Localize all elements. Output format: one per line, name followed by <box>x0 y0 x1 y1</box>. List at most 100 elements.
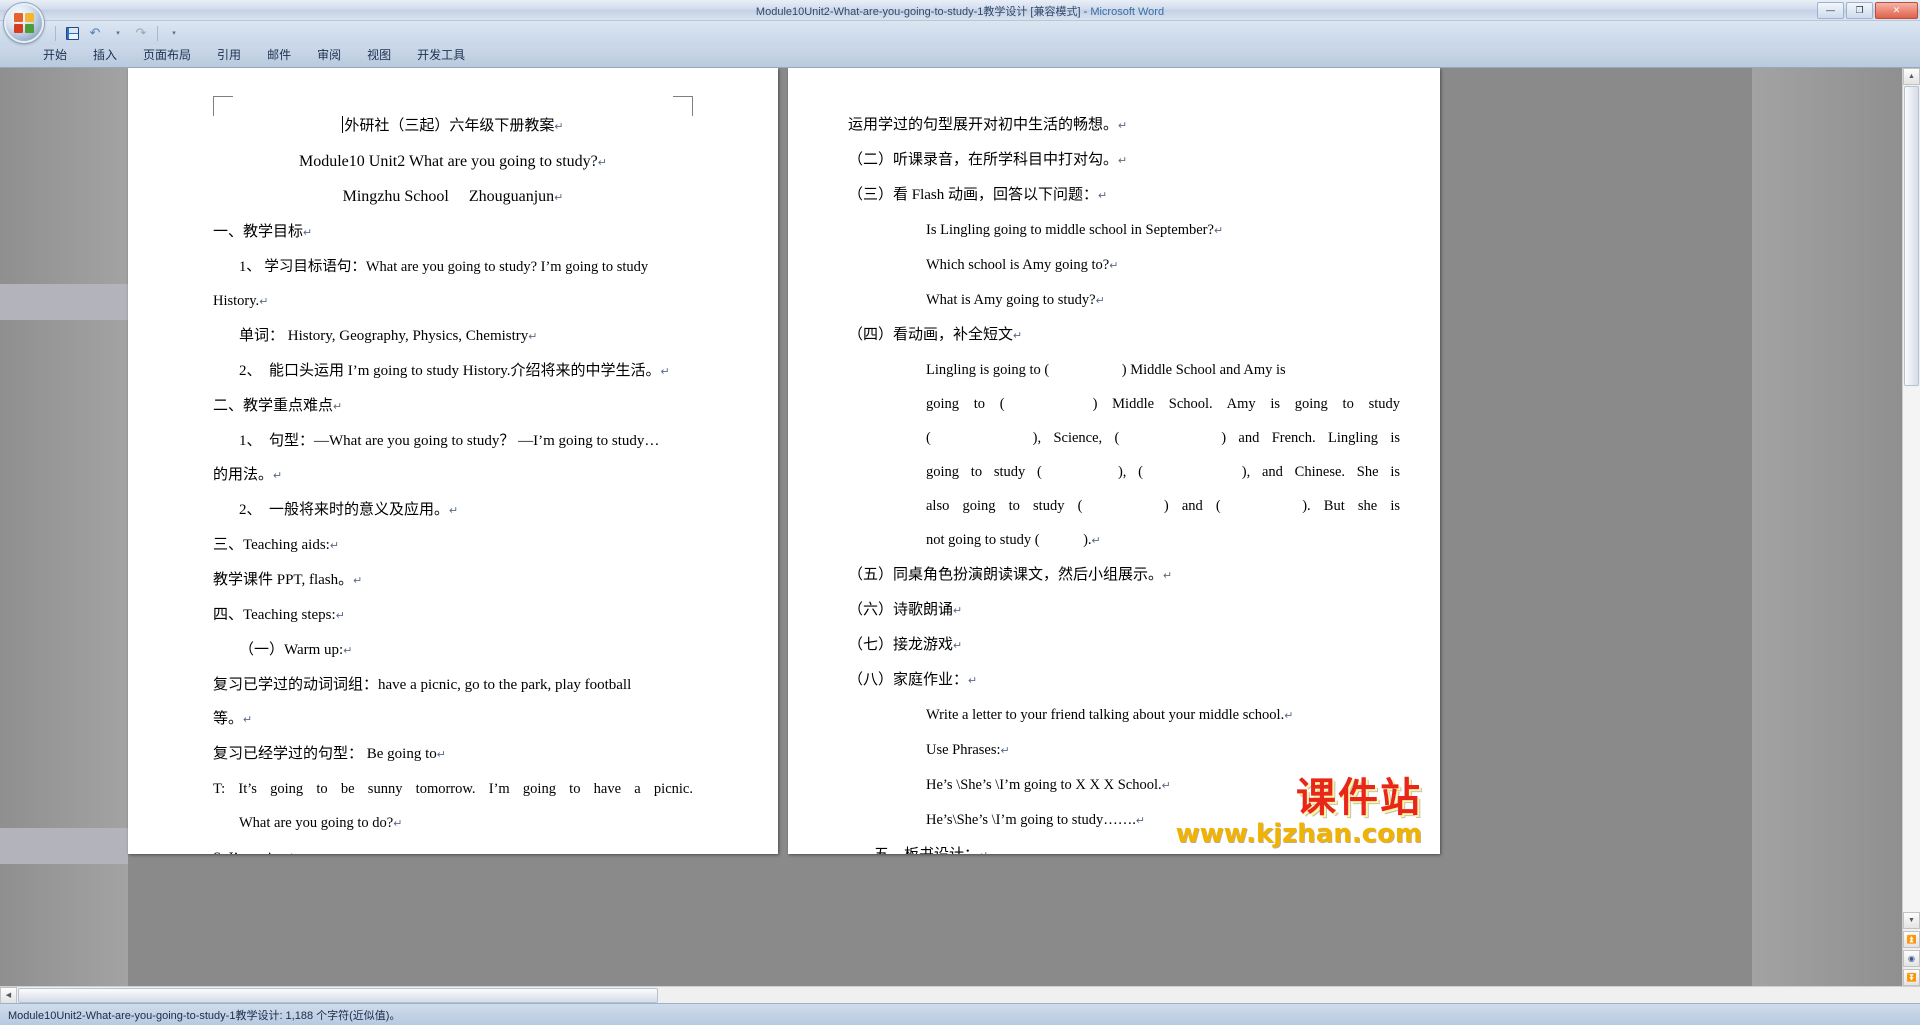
vertical-scroll-track[interactable] <box>1903 387 1920 912</box>
vertical-scrollbar[interactable]: ▲ ▼ ⏫ ◉ ⏬ <box>1902 68 1920 986</box>
save-icon <box>65 26 79 40</box>
horizontal-scroll-thumb[interactable] <box>18 987 658 1003</box>
maximize-button[interactable]: ❐ <box>1846 2 1873 19</box>
page-2-line-text: going to ( ) Middle School. Amy is going… <box>926 396 1400 412</box>
page-2-line: What is Amy going to study?↵ <box>848 283 1400 318</box>
vertical-scroll-thumb[interactable] <box>1904 86 1919 386</box>
select-browse-object-button[interactable]: ◉ <box>1903 950 1920 967</box>
page-2-line: （七）接龙游戏↵ <box>848 628 1400 663</box>
office-orb-button[interactable] <box>4 3 44 43</box>
page-2-line: Write a letter to your friend talking ab… <box>848 698 1400 733</box>
tab-mailings[interactable]: 邮件 <box>254 43 304 67</box>
page-1-line: 四、Teaching steps:↵ <box>213 598 693 633</box>
paragraph-mark-icon: ↵ <box>554 121 564 133</box>
page-2-line: （三）看 Flash 动画，回答以下问题：↵ <box>848 178 1400 213</box>
tab-review[interactable]: 审阅 <box>304 43 354 67</box>
page-1-line: 复习已学过的动词词组：have a picnic, go to the park… <box>213 668 693 702</box>
minimize-button[interactable]: — <box>1817 2 1844 19</box>
page-2-line: 运用学过的句型展开对初中生活的畅想。↵ <box>848 108 1400 143</box>
page-1-line: 2、 能口头运用 I’m going to study History.介绍将来… <box>213 354 693 389</box>
page-2-line: He’s \She’s \I’m going to X X X School.↵ <box>848 768 1400 803</box>
page-2-line: ( ), Science, ( ) and French. Lingling i… <box>848 421 1400 455</box>
page-1-line: 一、教学目标↵ <box>213 215 693 250</box>
paragraph-mark-icon: ↵ <box>436 749 446 761</box>
page-2-line-text: 五、板书设计： <box>874 847 979 854</box>
scroll-up-button[interactable]: ▲ <box>1903 68 1920 85</box>
tab-home[interactable]: 开始 <box>30 43 80 67</box>
page-1-line: Module10 Unit2 What are you going to stu… <box>213 145 693 180</box>
page-1-line-text: 2、 一般将来时的意义及应用。 <box>239 502 450 518</box>
page-2-line-text: （五）同桌角色扮演朗读课文，然后小组展示。 <box>848 567 1164 583</box>
redo-button[interactable]: ↷ <box>131 24 151 43</box>
page-2-line: （六）诗歌朗诵↵ <box>848 593 1400 628</box>
page-2-line: Use Phrases:↵ <box>848 733 1400 768</box>
page-2-line: （四）看动画，补全短文↵ <box>848 318 1400 353</box>
page-1-line: History.↵ <box>213 284 693 319</box>
page-2-line-text: also going to study ( ) and ( ). But she… <box>926 498 1400 514</box>
paragraph-mark-icon: ↵ <box>1118 155 1128 167</box>
page-1-line-text: Module10 Unit2 What are you going to stu… <box>299 153 598 170</box>
undo-button[interactable]: ↶ <box>85 24 105 43</box>
window-title-separator: - <box>1080 6 1091 18</box>
page-1-line-text: 1、 学习目标语句：What are you going to study? I… <box>239 259 649 275</box>
page-1-line-text: 1、 句型：—What are you going to study？ —I’m… <box>239 433 660 449</box>
document-canvas[interactable]: 外研社（三起）六年级下册教案↵ Module10 Unit2 What are y… <box>0 68 1902 986</box>
horizontal-scrollbar[interactable]: ◀ <box>0 986 1920 1004</box>
save-button[interactable] <box>62 24 82 43</box>
tab-references[interactable]: 引用 <box>204 43 254 67</box>
page-2-line: going to study ( ), ( ), and Chinese. Sh… <box>848 455 1400 489</box>
page-2-line: Lingling is going to ( ) Middle School a… <box>848 353 1400 387</box>
page-2-line-text: （六）诗歌朗诵 <box>848 602 954 618</box>
page-1-line-text: 复习已学过的动词词组：have a picnic, go to the park… <box>213 677 632 693</box>
paragraph-mark-icon: ↵ <box>449 505 459 517</box>
canvas-right-margin <box>1752 68 1902 986</box>
paragraph-mark-icon: ↵ <box>345 853 354 854</box>
paragraph-mark-icon: ↵ <box>1135 815 1146 827</box>
page-1-line: 外研社（三起）六年级下册教案↵ <box>213 108 693 145</box>
paragraph-mark-icon: ↵ <box>273 470 283 482</box>
tab-page-layout[interactable]: 页面布局 <box>130 43 204 67</box>
customize-qat-icon[interactable]: ▾ <box>164 24 184 43</box>
next-page-button[interactable]: ⏬ <box>1903 969 1920 986</box>
page-2-line: also going to study ( ) and ( ). But she… <box>848 489 1400 523</box>
page-1-line: Mingzhu School Zhouguanjun↵ <box>213 180 693 215</box>
scroll-down-button[interactable]: ▼ <box>1903 912 1920 929</box>
tab-view[interactable]: 视图 <box>354 43 404 67</box>
page-1-body: 外研社（三起）六年级下册教案↵ Module10 Unit2 What are y… <box>213 108 693 854</box>
page-1-line-text: 复习已经学过的句型： Be going to <box>213 746 437 762</box>
status-bar: Module10Unit2-What-are-you-going-to-stud… <box>0 1003 1920 1025</box>
previous-page-button[interactable]: ⏫ <box>1903 931 1920 948</box>
page-1-line: 1、 学习目标语句：What are you going to study? I… <box>213 250 693 284</box>
document-page-1[interactable]: 外研社（三起）六年级下册教案↵ Module10 Unit2 What are y… <box>128 68 778 854</box>
tab-developer[interactable]: 开发工具 <box>404 43 478 67</box>
office-logo-icon <box>13 12 35 34</box>
status-bar-text: Module10Unit2-What-are-you-going-to-stud… <box>8 1009 401 1022</box>
undo-dropdown-icon[interactable]: ▾ <box>108 24 128 43</box>
window-title: Module10Unit2-What-are-you-going-to-stud… <box>0 3 1920 19</box>
tab-insert[interactable]: 插入 <box>80 43 130 67</box>
paragraph-mark-icon: ↵ <box>528 331 538 343</box>
paragraph-mark-icon: ↵ <box>335 610 345 622</box>
scroll-left-button[interactable]: ◀ <box>0 986 17 1004</box>
paragraph-mark-icon: ↵ <box>1161 780 1171 792</box>
page-1-line: 二、教学重点难点↵ <box>213 389 693 424</box>
page-1-line: 2、 一般将来时的意义及应用。↵ <box>213 493 693 528</box>
page-1-line: 三、Teaching aids:↵ <box>213 528 693 563</box>
document-page-2[interactable]: 运用学过的句型展开对初中生活的畅想。↵ （二）听课录音，在所学科目中打对勾。↵ （三… <box>788 68 1440 854</box>
page-1-line: 单词： History, Geography, Physics, Chemist… <box>213 319 693 354</box>
document-work-area: 外研社（三起）六年级下册教案↵ Module10 Unit2 What are y… <box>0 68 1920 986</box>
page-2-line-text: Lingling is going to ( ) Middle School a… <box>926 362 1286 378</box>
page-2-line-text: going to study ( ), ( ), and Chinese. Sh… <box>926 464 1400 480</box>
page-1-line-text: 一、教学目标 <box>213 224 304 240</box>
page-1-line: 复习已经学过的句型： Be going to↵ <box>213 737 693 772</box>
paragraph-mark-icon: ↵ <box>953 605 963 617</box>
page-2-line-text: Write a letter to your friend talking ab… <box>926 707 1285 723</box>
page-1-line-text: 等。 <box>213 711 244 727</box>
page-1-line-text: 单词： History, Geography, Physics, Chemist… <box>239 328 529 344</box>
page-2-line: Is Lingling going to middle school in Se… <box>848 213 1400 248</box>
page-1-line: T: It’s going to be sunny tomorrow. I’m … <box>213 772 693 806</box>
paragraph-mark-icon: ↵ <box>259 296 269 308</box>
ribbon-tabs: 开始 插入 页面布局 引用 邮件 审阅 视图 开发工具 <box>0 45 1920 68</box>
close-button[interactable]: ✕ <box>1875 2 1918 19</box>
paragraph-mark-icon: ↵ <box>329 540 340 552</box>
